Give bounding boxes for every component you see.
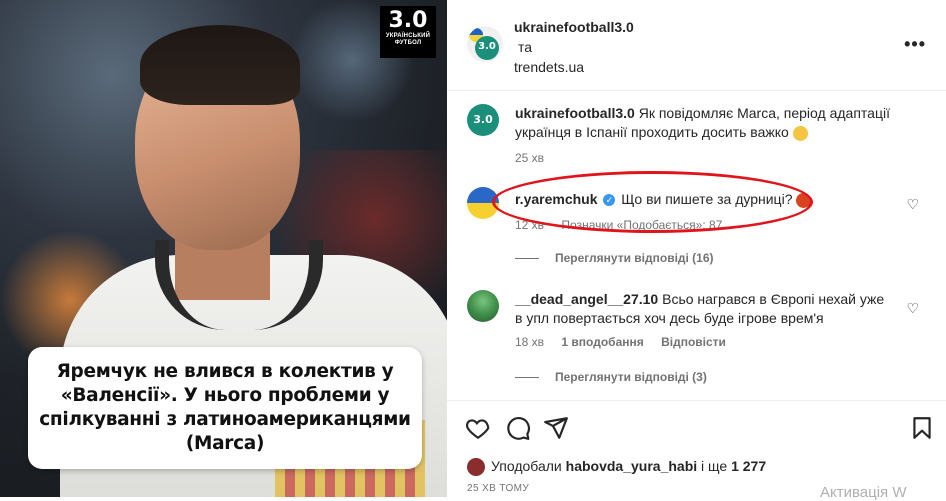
author-joiner: та — [518, 39, 533, 55]
more-options-icon[interactable]: ••• — [904, 34, 926, 55]
author-username-1[interactable]: ukrainefootball3.0 — [514, 17, 634, 37]
image-caption-card: Яремчук не влився в колектив у «Валенсії… — [28, 347, 422, 469]
likes-count[interactable]: 1 277 — [731, 458, 766, 474]
dead-angel-avatar[interactable] — [467, 290, 499, 322]
liker-avatar[interactable] — [467, 458, 485, 477]
image-caption-text: Яремчук не влився в колектив у «Валенсії… — [39, 361, 411, 454]
post-panel: 3.0 ukrainefootball3.0 та trendets.ua ••… — [447, 0, 946, 501]
comment-meta: 18 хв 1 вподобання Відповісти — [515, 335, 740, 349]
replies-line — [515, 377, 539, 379]
red-highlight-oval — [492, 171, 813, 233]
post-header: 3.0 ukrainefootball3.0 та trendets.ua ••… — [447, 0, 946, 91]
player-hair — [140, 25, 300, 105]
comment-username[interactable]: ukrainefootball3.0 — [515, 105, 635, 121]
bookmark-icon[interactable] — [909, 415, 935, 441]
brand-logo-line2: ФУТБОЛ — [394, 40, 422, 46]
worried-face-emoji-icon — [792, 125, 808, 141]
view-replies-2[interactable]: Переглянути відповіді (3) — [515, 370, 707, 384]
comment-time: 25 хв — [515, 151, 545, 165]
comment-username[interactable]: __dead_angel__27.10 — [515, 291, 658, 307]
brand-logo: 3.0 УКРАЇНСЬКИЙ ФУТБОЛ — [380, 6, 436, 58]
comment-like-heart-icon[interactable]: ♡ — [906, 300, 919, 317]
post-authors: ukrainefootball3.0 та trendets.ua — [514, 17, 634, 77]
post-image[interactable]: 3.0 УКРАЇНСЬКИЙ ФУТБОЛ Яремчук не влився… — [0, 0, 447, 497]
reply-button[interactable]: Відповісти — [661, 335, 726, 349]
liker-username[interactable]: habovda_yura_habi — [566, 458, 698, 474]
send-icon[interactable] — [543, 415, 569, 441]
comment-like-heart-icon[interactable]: ♡ — [906, 196, 919, 213]
view-replies-1[interactable]: Переглянути відповіді (16) — [515, 251, 714, 265]
comment-body: __dead_angel__27.10 Всьо награвся в Євро… — [515, 290, 895, 328]
brand-logo-line1: УКРАЇНСЬКИЙ — [385, 33, 431, 39]
comment-body: ukrainefootball3.0 Як повідомляє Marca, … — [515, 104, 895, 142]
ukrainefootball-avatar: 3.0 — [475, 36, 499, 60]
likes-and: і ще — [701, 458, 728, 474]
replies-line — [515, 258, 539, 260]
brand-logo-number: 3.0 — [388, 8, 428, 33]
comment-likes[interactable]: 1 вподобання — [561, 335, 643, 349]
ukrainefootball-avatar[interactable]: 3.0 — [467, 104, 499, 136]
windows-activation-watermark: Активація W — [820, 484, 907, 501]
author-username-2[interactable]: trendets.ua — [514, 57, 634, 77]
comment-time: 18 хв — [515, 335, 545, 349]
likes-summary: Уподобали habovda_yura_habi і ще 1 277 — [467, 458, 766, 477]
likes-prefix: Уподобали — [491, 458, 562, 474]
collab-avatar[interactable]: 3.0 — [467, 26, 503, 62]
comment-icon[interactable] — [505, 415, 531, 441]
post-time: 25 ХВ ТОМУ — [467, 483, 530, 494]
heart-icon[interactable] — [465, 415, 491, 441]
comment-meta: 25 хв — [515, 151, 558, 165]
action-bar — [447, 400, 946, 451]
